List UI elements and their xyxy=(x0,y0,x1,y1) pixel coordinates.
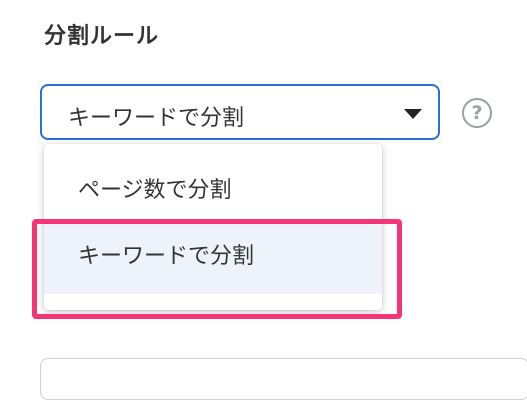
option-label: ページ数で分割 xyxy=(78,178,232,203)
caret-down-icon[interactable] xyxy=(404,109,422,119)
option-label: キーワードで分割 xyxy=(78,244,255,269)
section-title: 分割ルール xyxy=(44,24,160,49)
dropdown-menu: ページ数で分割 キーワードで分割 xyxy=(44,144,382,310)
split-rule-select[interactable]: キーワードで分割 xyxy=(40,84,440,140)
option-keyword-split[interactable]: キーワードで分割 xyxy=(44,224,382,294)
help-glyph: ? xyxy=(471,102,483,124)
help-icon[interactable]: ? xyxy=(462,98,492,128)
next-section-input[interactable] xyxy=(40,358,527,400)
select-value: キーワードで分割 xyxy=(68,106,245,131)
